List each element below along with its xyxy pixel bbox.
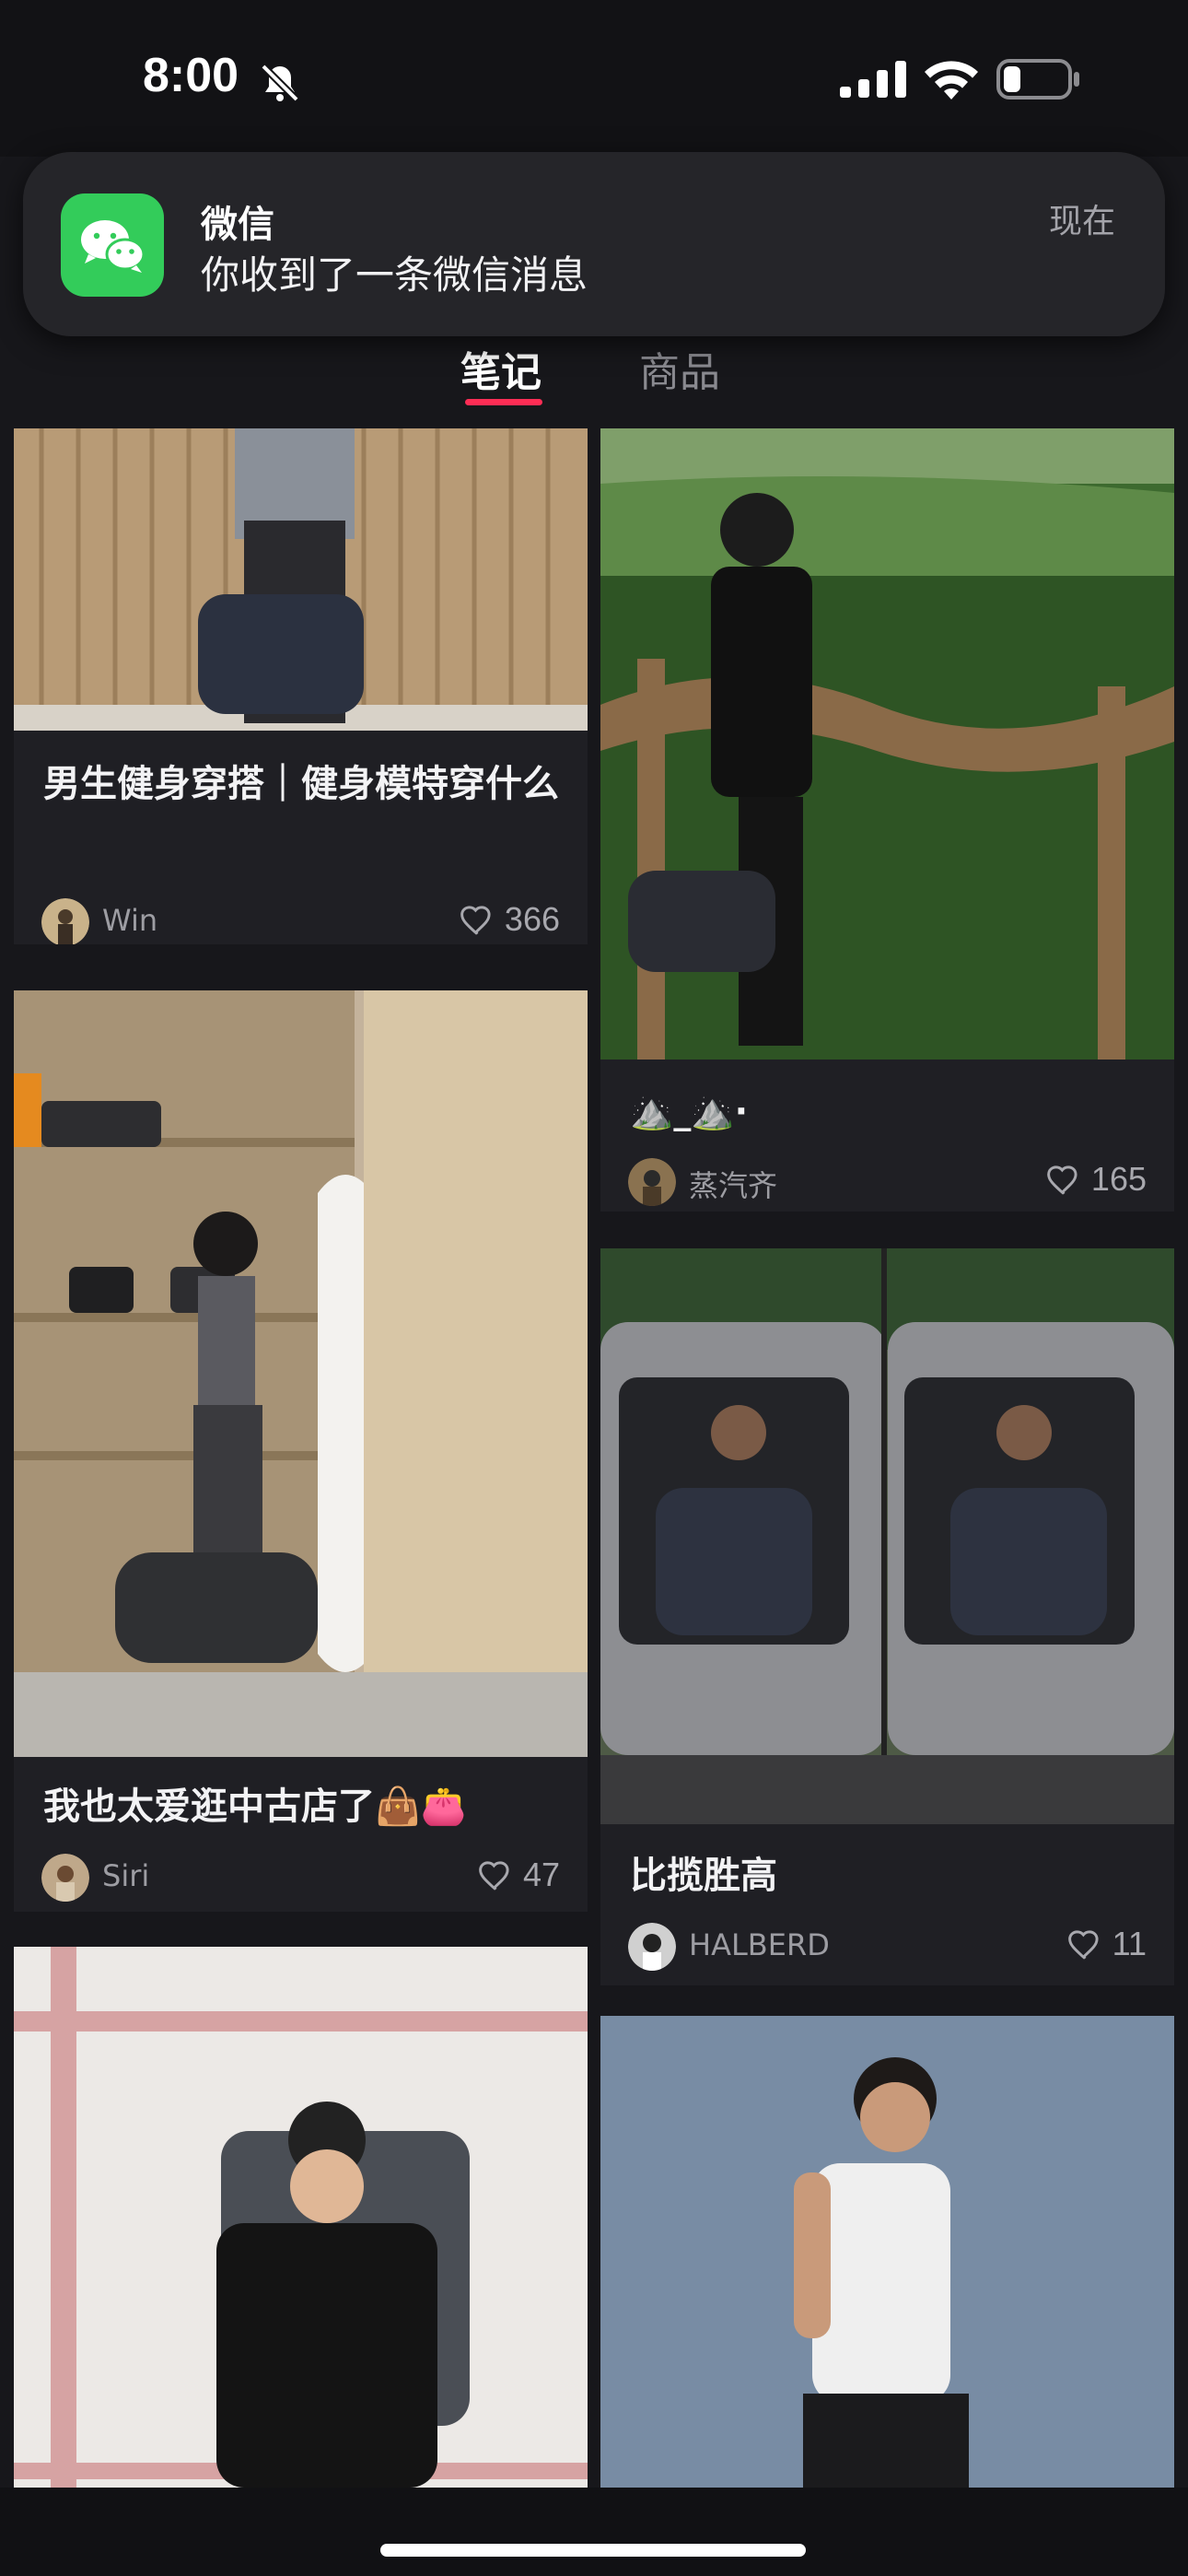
heart-icon — [479, 1861, 509, 1891]
like-button[interactable]: 366 — [459, 900, 560, 939]
avatar — [628, 1923, 676, 1971]
bell-slash-icon — [261, 64, 299, 102]
photo-placeholder — [14, 1947, 588, 2488]
feed-card-left-3[interactable] — [14, 1947, 588, 2488]
author-name[interactable]: Siri — [102, 1858, 149, 1893]
notification-app-name: 微信 — [201, 204, 274, 246]
photo-placeholder — [14, 428, 588, 731]
heart-icon — [1047, 1165, 1077, 1195]
author-name[interactable]: 蒸汽齐 — [689, 1163, 777, 1205]
like-count: 165 — [1090, 1160, 1147, 1198]
card-title: 比揽胜高 — [630, 1855, 777, 1897]
like-count: 366 — [504, 900, 560, 938]
heart-icon — [1067, 1930, 1099, 1960]
like-button[interactable]: 11 — [1066, 1925, 1147, 1963]
feed-card-right-1[interactable]: ⛰️_⛰️· 蒸汽齐 165 — [600, 428, 1174, 1212]
feed-card-left-1[interactable]: 男生健身穿搭｜健身模特穿什么 Win 366 — [14, 428, 588, 944]
card-image[interactable] — [14, 1947, 588, 2488]
home-indicator[interactable] — [380, 2544, 806, 2557]
photo-placeholder — [600, 2016, 1174, 2488]
tab-notes[interactable]: 笔记 — [460, 339, 542, 398]
wifi-icon — [925, 61, 978, 100]
card-title: 男生健身穿搭｜健身模特穿什么 — [43, 763, 559, 805]
status-time: 8:00 — [143, 49, 239, 102]
status-bar: 8:00 — [0, 0, 1188, 157]
card-image[interactable] — [14, 990, 588, 1757]
notification-banner[interactable]: 微信 你收到了一条微信消息 现在 — [23, 152, 1165, 336]
photo-placeholder — [600, 1248, 1174, 1824]
card-image[interactable] — [14, 428, 588, 731]
avatar — [41, 898, 89, 944]
feed-card-right-3[interactable] — [600, 2016, 1174, 2488]
like-count: 47 — [522, 1856, 560, 1893]
card-image[interactable] — [600, 1248, 1174, 1824]
card-title: ⛰️_⛰️· — [630, 1091, 749, 1131]
avatar — [41, 1854, 89, 1902]
heart-icon — [460, 906, 491, 935]
tab-products[interactable]: 商品 — [639, 339, 720, 398]
author-name[interactable]: Win — [102, 903, 157, 938]
like-button[interactable]: 47 — [477, 1856, 560, 1894]
card-image[interactable] — [600, 2016, 1174, 2488]
author-name[interactable]: HALBERD — [689, 1927, 830, 1962]
card-title: 我也太爱逛中古店了👜👛 — [43, 1786, 467, 1828]
battery-icon — [996, 59, 1079, 100]
notification-time: 现在 — [1048, 203, 1115, 240]
wechat-icon — [61, 193, 164, 297]
cellular-signal-icon — [840, 61, 906, 98]
feed-card-left-2[interactable]: 我也太爱逛中古店了👜👛 Siri 47 — [14, 990, 588, 1912]
photo-placeholder — [14, 990, 588, 1757]
like-button[interactable]: 165 — [1045, 1160, 1147, 1199]
active-tab-indicator — [465, 399, 542, 405]
bottom-bar — [0, 2488, 1188, 2576]
notification-message: 你收到了一条微信消息 — [201, 252, 588, 298]
photo-placeholder — [600, 428, 1174, 1060]
card-image[interactable] — [600, 428, 1174, 1060]
feed-card-right-2[interactable]: 比揽胜高 HALBERD 11 — [600, 1248, 1174, 1985]
like-count: 11 — [1112, 1925, 1147, 1962]
avatar — [628, 1158, 676, 1206]
